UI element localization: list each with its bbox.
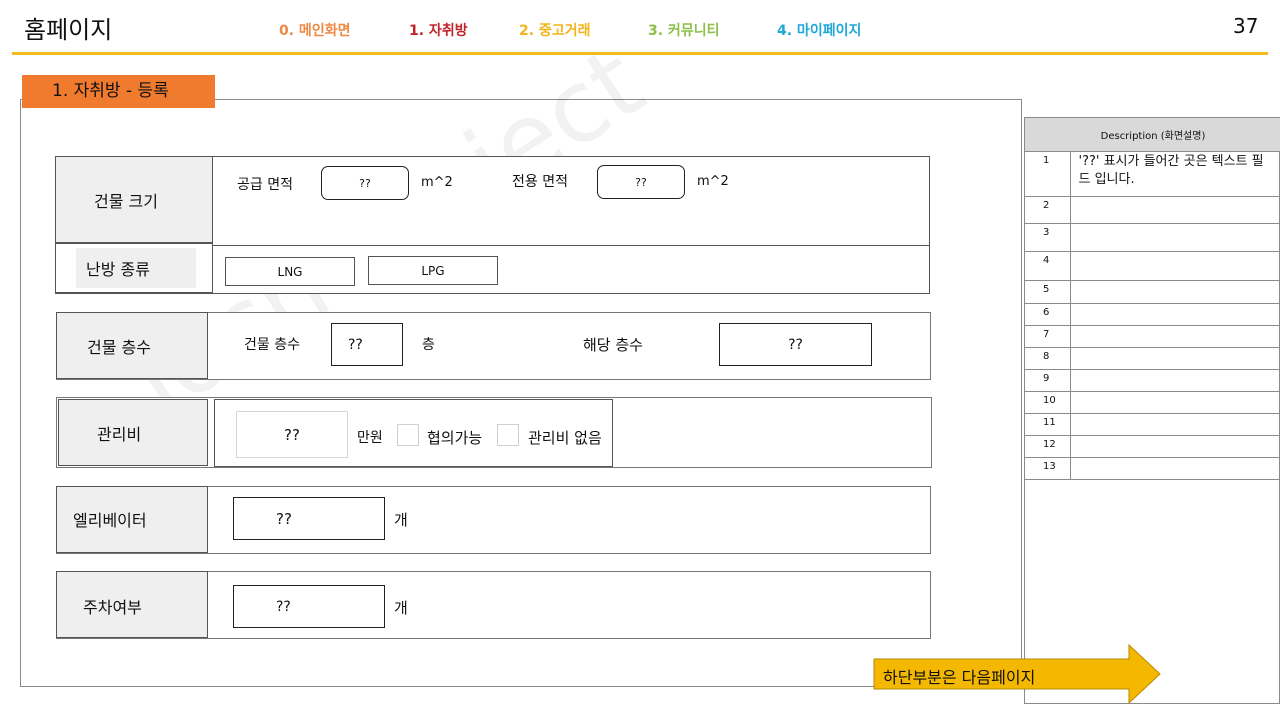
section-tab: 1. 자취방 - 등록 xyxy=(22,75,215,108)
nav-mypage[interactable]: 4. 마이페이지 xyxy=(777,20,861,40)
supply-area-unit: m^2 xyxy=(421,175,453,190)
description-text xyxy=(1070,435,1280,458)
exclusive-area-unit: m^2 xyxy=(697,174,729,189)
elevator-unit: 개 xyxy=(394,511,408,529)
no-maintenance-label: 관리비 없음 xyxy=(528,429,602,447)
negotiable-label: 협의가능 xyxy=(427,429,483,447)
description-num: 7 xyxy=(1025,325,1071,348)
description-row: 5 xyxy=(1025,280,1280,304)
no-maintenance-checkbox[interactable] xyxy=(497,424,519,446)
description-text xyxy=(1070,347,1280,370)
heating-option-lng[interactable]: LNG xyxy=(225,257,355,286)
description-text xyxy=(1070,251,1280,281)
description-row: 11 xyxy=(1025,413,1280,436)
description-row: 3 xyxy=(1025,223,1280,252)
floor-unit: 층 xyxy=(422,337,435,353)
description-text xyxy=(1070,280,1280,304)
description-row: 2 xyxy=(1025,196,1280,224)
row-divider xyxy=(213,245,930,246)
heating-label-cell: 난방 종류 xyxy=(55,243,213,293)
current-floor-input[interactable]: ?? xyxy=(719,323,872,366)
page-number: 37 xyxy=(1233,14,1259,38)
heating-label: 난방 종류 xyxy=(76,248,196,288)
description-row: 4 xyxy=(1025,251,1280,281)
description-text xyxy=(1070,413,1280,436)
description-text xyxy=(1070,325,1280,348)
maintenance-unit: 만원 xyxy=(357,430,383,446)
parking-unit: 개 xyxy=(394,599,408,617)
description-num: 6 xyxy=(1025,303,1071,326)
description-row: 10 xyxy=(1025,391,1280,414)
description-text xyxy=(1070,369,1280,392)
description-num: 11 xyxy=(1025,413,1071,436)
building-floors-input[interactable]: ?? xyxy=(331,323,403,366)
description-num: 2 xyxy=(1025,196,1071,224)
elevator-input[interactable]: ?? xyxy=(233,497,385,540)
description-row: 8 xyxy=(1025,347,1280,370)
description-num: 5 xyxy=(1025,280,1071,304)
building-size-label: 건물 크기 xyxy=(55,156,213,243)
description-row: 6 xyxy=(1025,303,1280,326)
parking-input[interactable]: ?? xyxy=(233,585,385,628)
description-text xyxy=(1070,196,1280,224)
description-num: 9 xyxy=(1025,369,1071,392)
description-row: 7 xyxy=(1025,325,1280,348)
description-num: 1 xyxy=(1025,151,1071,197)
next-page-note: 하단부분은 다음페이지 xyxy=(883,668,1036,687)
heating-option-lpg[interactable]: LPG xyxy=(368,256,498,285)
description-text xyxy=(1070,391,1280,414)
nav-community[interactable]: 3. 커뮤니티 xyxy=(648,20,719,40)
parking-label: 주차여부 xyxy=(56,571,208,638)
description-text xyxy=(1070,223,1280,252)
description-row: 13 xyxy=(1025,457,1280,480)
description-num: 13 xyxy=(1025,457,1071,480)
header-divider xyxy=(12,52,1268,55)
description-panel: Description (화면설명) 1 '??' 표시가 들어간 곳은 텍스트… xyxy=(1024,117,1280,704)
description-num: 12 xyxy=(1025,435,1071,458)
nav-main[interactable]: 0. 메인화면 xyxy=(279,20,350,40)
current-floor-label: 해당 층수 xyxy=(583,336,643,354)
maintenance-label: 관리비 xyxy=(58,399,208,466)
page-title: 홈페이지 xyxy=(24,16,113,44)
description-row: 9 xyxy=(1025,369,1280,392)
description-num: 10 xyxy=(1025,391,1071,414)
description-text: '??' 표시가 들어간 곳은 텍스트 필드 입니다. xyxy=(1070,151,1280,197)
description-num: 4 xyxy=(1025,251,1071,281)
exclusive-area-input[interactable]: ?? xyxy=(597,165,685,199)
nav-room[interactable]: 1. 자취방 xyxy=(409,20,468,40)
floors-label: 건물 층수 xyxy=(56,312,208,379)
description-num: 8 xyxy=(1025,347,1071,370)
building-floors-label: 건물 층수 xyxy=(244,337,300,353)
maintenance-input[interactable]: ?? xyxy=(236,411,348,458)
supply-area-input[interactable]: ?? xyxy=(321,166,409,200)
exclusive-area-label: 전용 면적 xyxy=(512,174,568,190)
description-text xyxy=(1070,457,1280,480)
description-num: 3 xyxy=(1025,223,1071,252)
description-row: 12 xyxy=(1025,435,1280,458)
negotiable-checkbox[interactable] xyxy=(397,424,419,446)
elevator-label: 엘리베이터 xyxy=(56,486,208,553)
description-table: Description (화면설명) 1 '??' 표시가 들어간 곳은 텍스트… xyxy=(1025,118,1280,480)
supply-area-label: 공급 면적 xyxy=(237,177,293,193)
description-header: Description (화면설명) xyxy=(1025,118,1280,152)
description-text xyxy=(1070,303,1280,326)
nav-market[interactable]: 2. 중고거래 xyxy=(519,20,590,40)
description-row: 1 '??' 표시가 들어간 곳은 텍스트 필드 입니다. xyxy=(1025,151,1280,197)
